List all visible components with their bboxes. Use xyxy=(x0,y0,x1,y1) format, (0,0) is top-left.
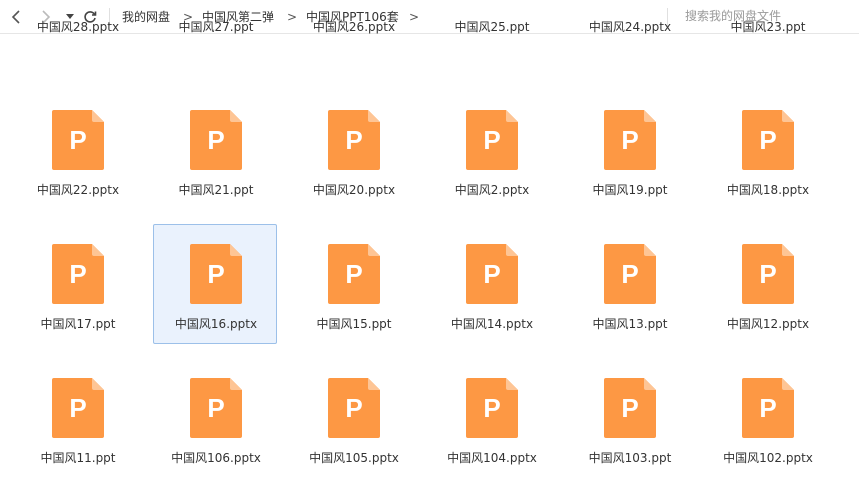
file-name: 中国风16.pptx xyxy=(174,317,258,331)
file-name: 中国风24.pptx xyxy=(588,20,672,34)
ppt-icon-letter: P xyxy=(207,125,224,155)
file-item[interactable]: P 中国风106.pptx xyxy=(153,358,277,478)
file-item[interactable]: P 中国风16.pptx xyxy=(153,224,277,344)
ppt-icon-letter: P xyxy=(483,393,500,423)
file-name: 中国风20.pptx xyxy=(312,183,396,197)
file-item[interactable]: P 中国风22.pptx xyxy=(15,90,139,210)
ppt-icon-letter: P xyxy=(69,259,86,289)
file-item[interactable]: P 中国风14.pptx xyxy=(429,224,553,344)
file-name: 中国风28.pptx xyxy=(36,20,120,34)
file-name: 中国风14.pptx xyxy=(450,317,534,331)
ppt-file-icon: P xyxy=(466,378,518,438)
file-name: 中国风22.pptx xyxy=(36,183,120,197)
file-item[interactable]: P 中国风21.ppt xyxy=(153,90,277,210)
ppt-icon-letter: P xyxy=(69,393,86,423)
file-name: 中国风25.ppt xyxy=(454,20,530,34)
ppt-icon-letter: P xyxy=(345,259,362,289)
ppt-file-icon: P xyxy=(604,378,656,438)
ppt-file-icon: P xyxy=(466,244,518,304)
ppt-icon-letter: P xyxy=(621,125,638,155)
file-name: 中国风2.pptx xyxy=(454,183,530,197)
file-name: 中国风21.ppt xyxy=(178,183,254,197)
file-item[interactable]: P 中国风105.pptx xyxy=(291,358,415,478)
file-name: 中国风105.pptx xyxy=(309,451,399,465)
file-grid: 中国风28.pptx 中国风27.ppt 中国风26.pptx 中国风25.ppt 中国… xyxy=(0,20,859,484)
file-item[interactable]: P 中国风103.ppt xyxy=(567,358,691,478)
file-item[interactable]: P 中国风20.pptx xyxy=(291,90,415,210)
file-item[interactable]: P 中国风11.ppt xyxy=(15,358,139,478)
ppt-icon-letter: P xyxy=(621,259,638,289)
file-name: 中国风26.pptx xyxy=(312,20,396,34)
file-item[interactable]: P 中国风17.ppt xyxy=(15,224,139,344)
file-item[interactable]: P 中国风2.pptx xyxy=(429,90,553,210)
file-name: 中国风17.ppt xyxy=(40,317,116,331)
ppt-file-icon: P xyxy=(742,110,794,170)
file-name: 中国风13.ppt xyxy=(592,317,668,331)
file-item[interactable]: P 中国风15.ppt xyxy=(291,224,415,344)
file-name: 中国风19.ppt xyxy=(592,183,668,197)
ppt-file-icon: P xyxy=(52,378,104,438)
file-name: 中国风18.pptx xyxy=(726,183,810,197)
file-item[interactable]: P 中国风102.pptx xyxy=(705,358,829,478)
ppt-file-icon: P xyxy=(328,110,380,170)
ppt-file-icon: P xyxy=(742,378,794,438)
ppt-file-icon: P xyxy=(190,244,242,304)
ppt-icon-letter: P xyxy=(759,125,776,155)
file-name: 中国风12.pptx xyxy=(726,317,810,331)
file-item[interactable]: P 中国风13.ppt xyxy=(567,224,691,344)
ppt-file-icon: P xyxy=(604,110,656,170)
file-item[interactable]: P 中国风12.pptx xyxy=(705,224,829,344)
ppt-icon-letter: P xyxy=(483,259,500,289)
ppt-icon-letter: P xyxy=(69,125,86,155)
ppt-icon-letter: P xyxy=(759,259,776,289)
ppt-file-icon: P xyxy=(52,244,104,304)
file-name: 中国风15.ppt xyxy=(316,317,392,331)
file-name: 中国风23.ppt xyxy=(730,20,806,34)
ppt-icon-letter: P xyxy=(207,393,224,423)
ppt-file-icon: P xyxy=(466,110,518,170)
file-name: 中国风106.pptx xyxy=(171,451,261,465)
ppt-file-icon: P xyxy=(52,110,104,170)
file-name: 中国风11.ppt xyxy=(40,451,116,465)
ppt-icon-letter: P xyxy=(621,393,638,423)
file-item[interactable]: P 中国风18.pptx xyxy=(705,90,829,210)
ppt-icon-letter: P xyxy=(345,393,362,423)
ppt-file-icon: P xyxy=(190,378,242,438)
file-name: 中国风103.ppt xyxy=(588,451,672,465)
file-name: 中国风27.ppt xyxy=(178,20,254,34)
file-name: 中国风102.pptx xyxy=(723,451,813,465)
ppt-file-icon: P xyxy=(604,244,656,304)
ppt-icon-letter: P xyxy=(345,125,362,155)
ppt-icon-letter: P xyxy=(759,393,776,423)
ppt-file-icon: P xyxy=(328,244,380,304)
file-item[interactable]: P 中国风19.ppt xyxy=(567,90,691,210)
ppt-icon-letter: P xyxy=(207,259,224,289)
ppt-file-icon: P xyxy=(742,244,794,304)
file-name: 中国风104.pptx xyxy=(447,451,537,465)
ppt-icon-letter: P xyxy=(483,125,500,155)
ppt-file-icon: P xyxy=(190,110,242,170)
ppt-file-icon: P xyxy=(328,378,380,438)
file-item[interactable]: P 中国风104.pptx xyxy=(429,358,553,478)
